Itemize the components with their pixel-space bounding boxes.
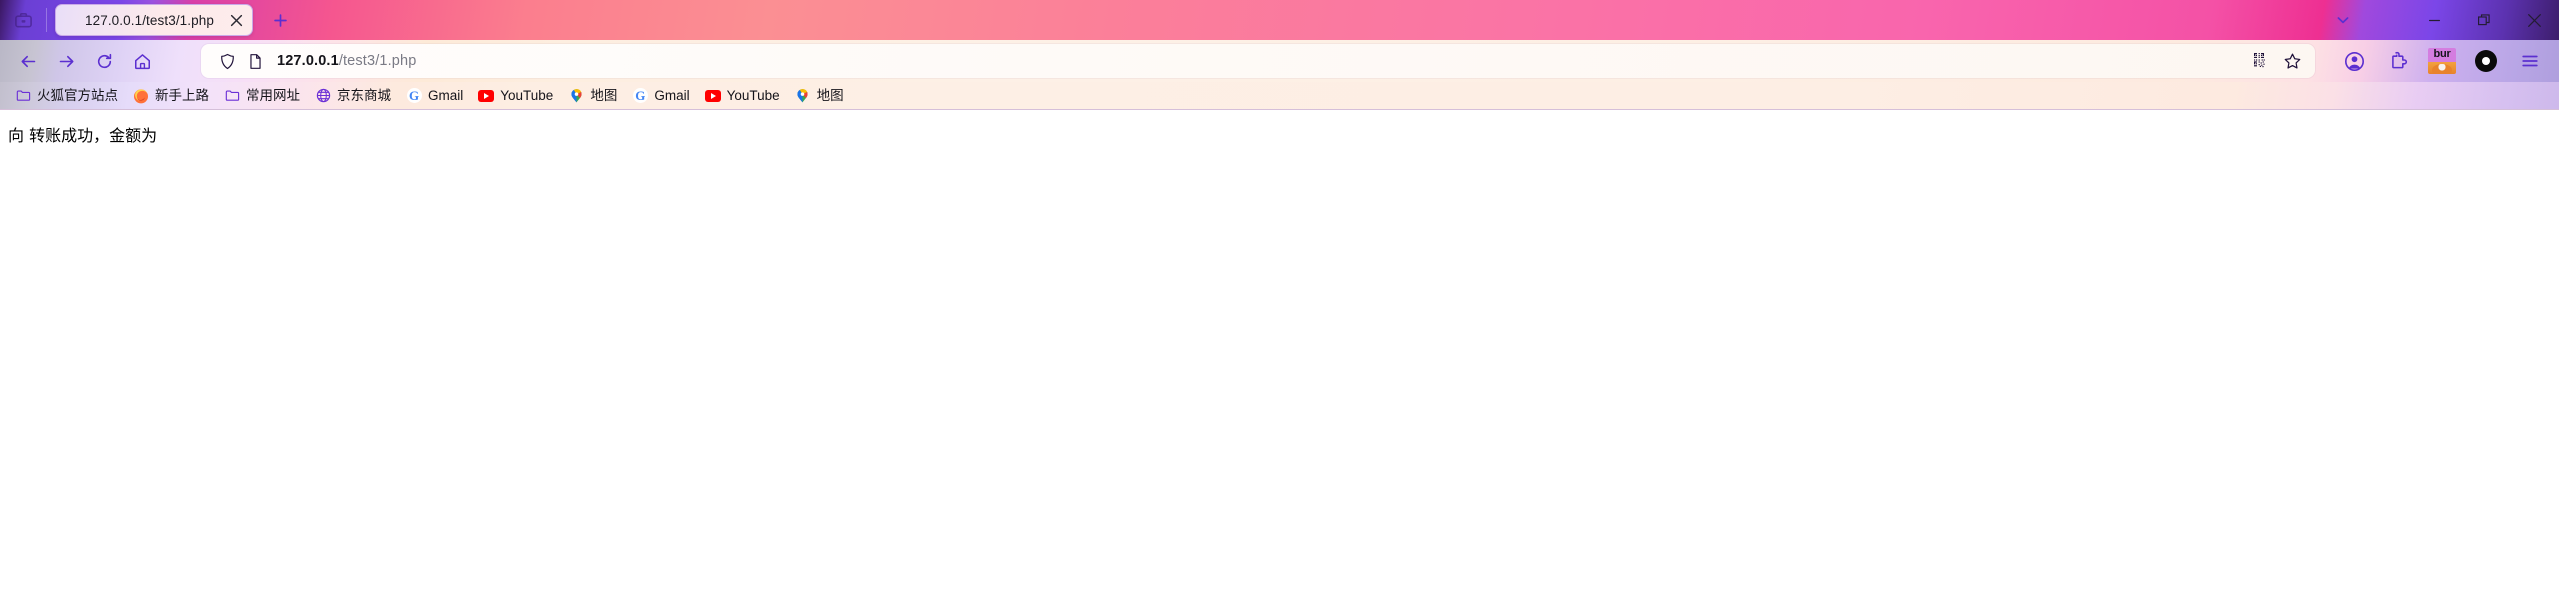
bookmark-label: 京东商城 xyxy=(337,87,391,103)
all-tabs-button[interactable] xyxy=(2323,0,2363,40)
globe-icon xyxy=(315,88,331,104)
bookmark-item[interactable]: 地图 xyxy=(789,85,850,107)
star-icon xyxy=(2284,53,2300,69)
plus-icon xyxy=(273,13,287,27)
close-icon xyxy=(2527,13,2541,27)
qr-code-icon xyxy=(2254,53,2265,68)
restore-icon xyxy=(2478,14,2490,26)
url-host: 127.0.0.1 xyxy=(277,53,339,69)
minimize-icon xyxy=(2428,19,2440,21)
home-button[interactable] xyxy=(123,44,161,78)
tracking-protection-button[interactable] xyxy=(213,53,241,70)
tab-title: 127.0.0.1/test3/1.php xyxy=(85,12,214,28)
google-icon: G xyxy=(632,88,648,104)
new-tab-button[interactable] xyxy=(264,4,296,36)
youtube-icon xyxy=(704,88,721,104)
url-path: /test3/1.php xyxy=(338,53,417,69)
youtube-icon xyxy=(478,88,495,104)
hamburger-menu-icon xyxy=(2522,55,2538,67)
reload-button[interactable] xyxy=(85,44,123,78)
folder-icon xyxy=(15,88,31,104)
arrow-right-icon xyxy=(59,55,73,67)
folder-icon xyxy=(224,88,240,104)
bookmark-item[interactable]: G Gmail xyxy=(626,85,695,107)
burp-extension-label: bur xyxy=(2433,48,2451,60)
forward-button[interactable] xyxy=(47,44,85,78)
dark-reader-extension-button[interactable] xyxy=(2469,44,2503,78)
bookmark-item[interactable]: 火狐官方站点 xyxy=(9,85,124,107)
google-icon: G xyxy=(406,88,422,104)
bookmark-label: YouTube xyxy=(726,87,780,103)
extensions-button[interactable] xyxy=(2381,44,2415,78)
tab-bar: 127.0.0.1/test3/1.php xyxy=(0,0,2559,40)
firefox-view-icon xyxy=(14,12,32,27)
window-minimize-button[interactable] xyxy=(2409,0,2459,40)
toolbar-right-actions: bur xyxy=(2327,44,2559,78)
bookmark-label: 常用网址 xyxy=(246,87,300,103)
maps-pin-icon xyxy=(568,88,584,104)
puzzle-piece-icon xyxy=(2392,51,2408,69)
address-bar[interactable]: 127.0.0.1/test3/1.php xyxy=(201,44,2315,78)
dark-reader-icon xyxy=(2475,50,2497,72)
address-bar-actions xyxy=(2247,47,2315,75)
page-info-button[interactable] xyxy=(241,53,269,70)
maps-pin-icon xyxy=(795,88,811,104)
firefox-icon xyxy=(133,88,149,104)
bookmark-label: 火狐官方站点 xyxy=(37,87,118,103)
app-menu-button[interactable] xyxy=(2513,44,2547,78)
shield-icon xyxy=(220,53,234,69)
url-display[interactable]: 127.0.0.1/test3/1.php xyxy=(269,53,2247,69)
bookmark-item[interactable]: YouTube xyxy=(699,85,786,107)
burp-suite-icon: bur xyxy=(2428,48,2456,74)
bookmark-label: Gmail xyxy=(428,87,464,103)
bookmark-item[interactable]: 新手上路 xyxy=(127,85,215,107)
bookmark-label: 新手上路 xyxy=(155,87,209,103)
bookmark-item[interactable]: YouTube xyxy=(472,85,559,107)
bookmark-label: 地图 xyxy=(590,87,618,103)
burp-fox-face xyxy=(2432,64,2452,74)
arrow-left-icon xyxy=(21,55,35,67)
close-icon xyxy=(230,14,242,26)
bookmark-label: YouTube xyxy=(500,87,554,103)
bookmark-item[interactable]: 常用网址 xyxy=(218,85,306,107)
bookmark-item[interactable]: 地图 xyxy=(562,85,623,107)
tab-bar-divider xyxy=(46,8,47,32)
home-icon xyxy=(134,53,150,69)
transfer-result-text: 向 转账成功，金额为 xyxy=(8,126,158,145)
window-restore-button[interactable] xyxy=(2459,0,2509,40)
tab-close-button[interactable] xyxy=(224,8,248,32)
tab-active[interactable]: 127.0.0.1/test3/1.php xyxy=(55,4,253,36)
bookmark-label: 地图 xyxy=(816,87,844,103)
page-icon xyxy=(249,53,261,69)
bookmark-star-button[interactable] xyxy=(2277,47,2307,75)
bookmark-label: Gmail xyxy=(654,87,690,103)
account-icon xyxy=(2344,51,2364,71)
account-button[interactable] xyxy=(2337,44,2371,78)
page-content: 向 转账成功，金额为 xyxy=(0,110,2559,602)
chevron-down-icon xyxy=(2337,17,2349,24)
navigation-toolbar: 127.0.0.1/test3/1.php bur xyxy=(0,40,2559,82)
firefox-view-button[interactable] xyxy=(0,0,46,40)
back-button[interactable] xyxy=(9,44,47,78)
qr-code-button[interactable] xyxy=(2247,47,2277,75)
burp-extension-button[interactable]: bur xyxy=(2425,44,2459,78)
reload-icon xyxy=(97,53,111,68)
bookmark-item[interactable]: 京东商城 xyxy=(309,85,397,107)
window-close-button[interactable] xyxy=(2509,0,2559,40)
bookmarks-bar: 火狐官方站点 新手上路 常用网址 京东商城 G Gmail YouTube 地图… xyxy=(0,82,2559,110)
bookmark-item[interactable]: G Gmail xyxy=(400,85,469,107)
